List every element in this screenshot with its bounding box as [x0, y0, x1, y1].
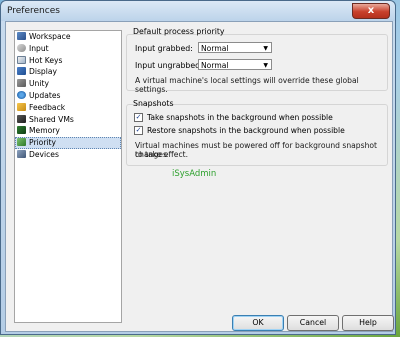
- sidebar-item-feedback[interactable]: Feedback: [15, 102, 121, 114]
- snapshots-section-title: Snapshots: [133, 99, 174, 108]
- sidebar-item-label: Shared VMs: [29, 114, 74, 124]
- input-ungrabbed-select[interactable]: Normal ▼: [198, 59, 272, 70]
- take-snapshots-checkbox[interactable]: ✓: [134, 113, 143, 122]
- sidebar-item-devices[interactable]: Devices: [15, 149, 121, 161]
- preferences-window: Preferences x Workspace Input Hot Keys D…: [0, 0, 396, 335]
- sidebar-item-label: Devices: [29, 149, 59, 159]
- sidebar-item-label: Input: [29, 43, 49, 53]
- sidebar-item-label: Hot Keys: [29, 55, 63, 65]
- sidebar-item-updates[interactable]: Updates: [15, 90, 121, 102]
- input-ungrabbed-value: Normal: [201, 61, 229, 70]
- updates-icon: [17, 90, 26, 99]
- snapshots-note-line2: to take effect.: [135, 150, 189, 159]
- watermark-text: iSysAdmin: [172, 169, 217, 179]
- chevron-down-icon: ▼: [263, 62, 268, 69]
- sidebar-item-label: Priority: [29, 138, 57, 148]
- unity-icon: [17, 79, 26, 88]
- sidebar-item-display[interactable]: Display: [15, 66, 121, 78]
- sidebar-item-workspace[interactable]: Workspace: [15, 31, 121, 43]
- input-grabbed-value: Normal: [201, 44, 229, 53]
- feedback-icon: [17, 102, 26, 111]
- input-ungrabbed-label: Input ungrabbed:: [135, 61, 203, 70]
- input-icon: [17, 43, 26, 52]
- help-button[interactable]: Help: [342, 315, 394, 331]
- ok-button[interactable]: OK: [232, 315, 284, 331]
- title-bar[interactable]: Preferences x: [1, 1, 395, 21]
- sidebar-item-label: Updates: [29, 90, 61, 100]
- sidebar-item-label: Workspace: [29, 32, 71, 41]
- restore-snapshots-label: Restore snapshots in the background when…: [147, 126, 345, 135]
- priority-icon: [17, 138, 26, 147]
- dialog-content: Workspace Input Hot Keys Display Unity U…: [5, 21, 394, 332]
- close-icon: x: [367, 5, 375, 16]
- memory-icon: [17, 126, 26, 135]
- input-grabbed-select[interactable]: Normal ▼: [198, 42, 272, 53]
- sidebar-item-memory[interactable]: Memory: [15, 125, 121, 137]
- close-button[interactable]: x: [352, 3, 390, 19]
- restore-snapshots-checkbox[interactable]: ✓: [134, 126, 143, 135]
- window-title: Preferences: [7, 6, 60, 16]
- priority-note: A virtual machine's local settings will …: [135, 76, 359, 94]
- sidebar-item-label: Memory: [29, 126, 60, 136]
- sidebar-item-input[interactable]: Input: [15, 43, 121, 55]
- sidebar-item-hot-keys[interactable]: Hot Keys: [15, 55, 121, 67]
- sidebar-item-label: Feedback: [29, 102, 66, 112]
- input-grabbed-label: Input grabbed:: [135, 44, 193, 53]
- sidebar-item-label: Unity: [29, 79, 49, 89]
- preferences-sidebar: Workspace Input Hot Keys Display Unity U…: [14, 30, 122, 323]
- sidebar-item-shared-vms[interactable]: Shared VMs: [15, 114, 121, 126]
- take-snapshots-label: Take snapshots in the background when po…: [147, 113, 333, 122]
- devices-icon: [17, 149, 26, 158]
- sidebar-item-priority[interactable]: Priority: [15, 137, 121, 149]
- sidebar-item-unity[interactable]: Unity: [15, 78, 121, 90]
- workspace-icon: [17, 32, 26, 40]
- chevron-down-icon: ▼: [263, 45, 268, 52]
- cancel-button[interactable]: Cancel: [287, 315, 339, 331]
- hot-keys-icon: [17, 55, 26, 64]
- sidebar-item-label: Display: [29, 67, 57, 77]
- priority-section-title: Default process priority: [133, 27, 225, 36]
- display-icon: [17, 67, 26, 76]
- shared-vms-icon: [17, 114, 26, 123]
